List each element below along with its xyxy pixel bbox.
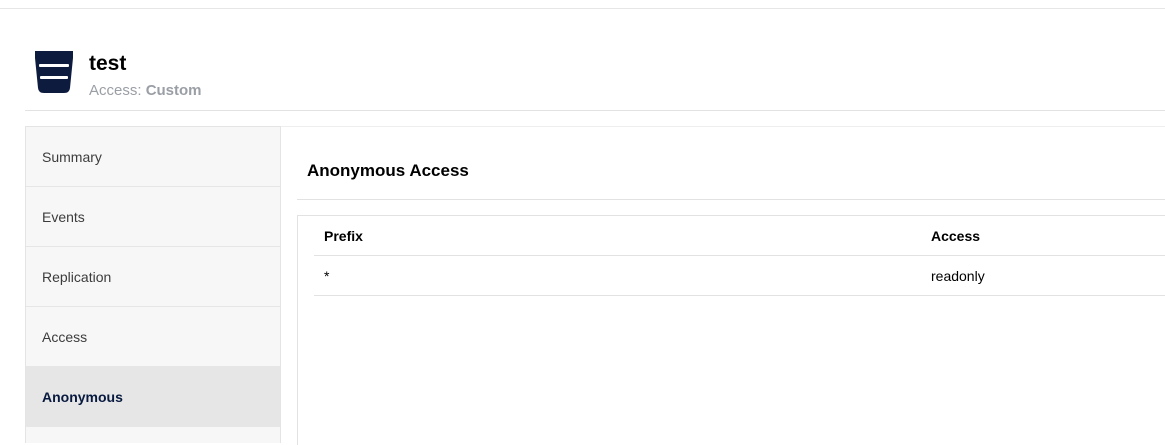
column-header-prefix[interactable]: Prefix [324, 216, 363, 256]
sidebar-item-label: Anonymous [42, 388, 123, 405]
top-divider [0, 8, 1165, 9]
table-header: Prefix Access [314, 216, 1165, 256]
sidebar-item-label: Summary [42, 148, 102, 165]
bucket-header: test Access: Custom [25, 40, 1165, 111]
column-header-access[interactable]: Access [931, 216, 980, 256]
bucket-sidebar: Summary Events Replication Access Anonym… [25, 126, 281, 443]
sidebar-item-access[interactable]: Access [26, 307, 280, 367]
cell-access: readonly [931, 268, 985, 284]
sidebar-item-events[interactable]: Events [26, 187, 280, 247]
section-title: Anonymous Access [307, 161, 469, 180]
title-divider [297, 199, 1165, 200]
table-row[interactable]: * readonly [314, 256, 1165, 296]
sidebar-item-summary[interactable]: Summary [26, 127, 280, 187]
access-table: Prefix Access * readonly [297, 215, 1165, 445]
sidebar-item-label: Events [42, 208, 85, 225]
access-label: Access: [89, 82, 142, 99]
sidebar-item-anonymous[interactable]: Anonymous [26, 367, 280, 427]
sidebar-item-replication[interactable]: Replication [26, 247, 280, 307]
sidebar-item-label: Access [42, 328, 88, 345]
main-content: Anonymous Access Prefix Access * readonl… [281, 126, 1165, 445]
bucket-access-info: Access: Custom [89, 82, 202, 100]
bucket-icon [35, 51, 73, 93]
cell-prefix: * [324, 268, 330, 284]
access-value: Custom [145, 82, 202, 99]
bucket-name: test [89, 52, 127, 75]
sidebar-item-label: Replication [42, 268, 112, 285]
